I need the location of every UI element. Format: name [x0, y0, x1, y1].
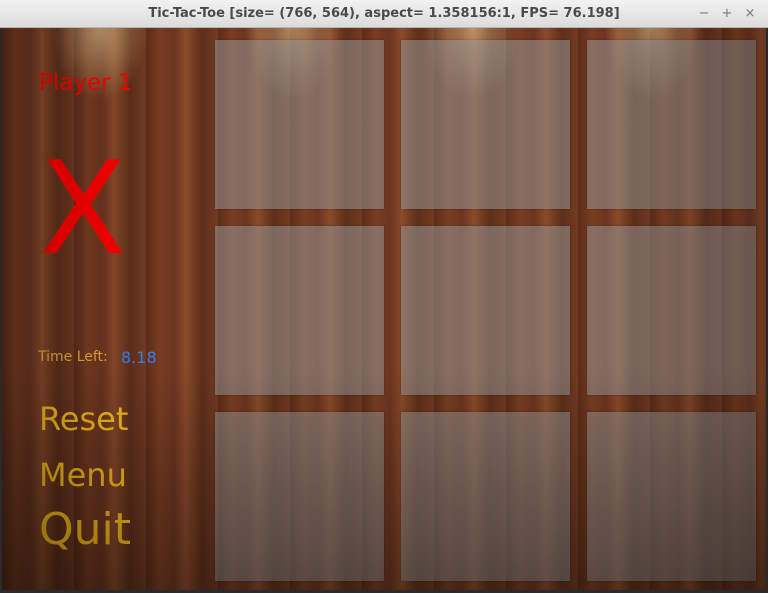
- game-board: [215, 40, 756, 581]
- time-left-value: 8.18: [121, 348, 157, 367]
- board-cell-1-1[interactable]: [215, 40, 384, 209]
- window-title: Tic-Tac-Toe [size= (766, 564), aspect= 1…: [148, 6, 620, 21]
- current-player-mark: X: [39, 135, 127, 284]
- board-cell-1-2[interactable]: [401, 40, 570, 209]
- board-cell-3-3[interactable]: [587, 412, 756, 581]
- board-cell-2-3[interactable]: [587, 226, 756, 395]
- menu-button[interactable]: Menu: [39, 456, 127, 494]
- board-cell-2-2[interactable]: [401, 226, 570, 395]
- close-icon[interactable]: ×: [742, 6, 758, 22]
- board-cell-1-3[interactable]: [587, 40, 756, 209]
- board-cell-2-1[interactable]: [215, 226, 384, 395]
- maximize-icon[interactable]: +: [719, 6, 735, 22]
- board-cell-3-1[interactable]: [215, 412, 384, 581]
- reset-button[interactable]: Reset: [39, 400, 128, 438]
- quit-button[interactable]: Quit: [39, 504, 131, 555]
- current-player-label: Player 1: [39, 70, 133, 96]
- window-titlebar[interactable]: Tic-Tac-Toe [size= (766, 564), aspect= 1…: [0, 0, 768, 28]
- minimize-icon[interactable]: −: [696, 6, 712, 22]
- game-canvas: Player 1 X Time Left: 8.18 Reset Menu Qu…: [2, 28, 766, 590]
- time-left-label: Time Left:: [38, 349, 108, 365]
- board-cell-3-2[interactable]: [401, 412, 570, 581]
